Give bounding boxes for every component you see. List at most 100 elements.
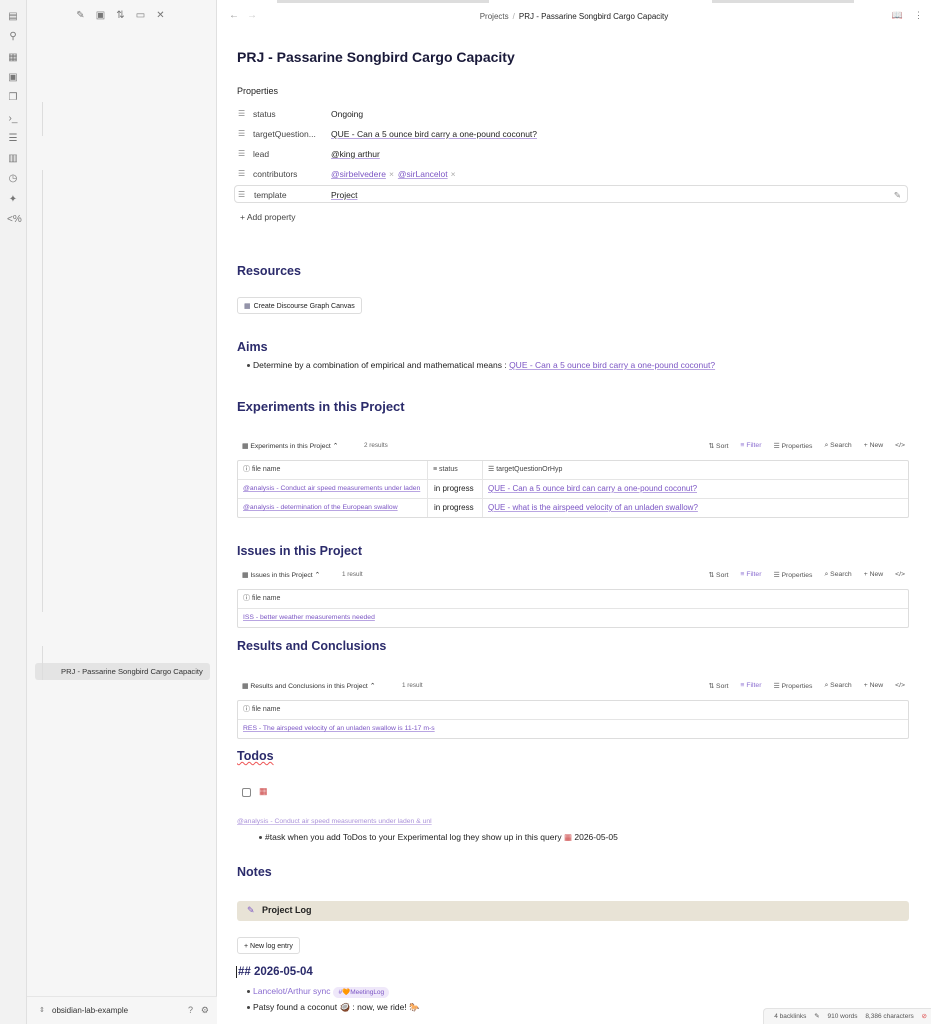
terminal-icon[interactable]: ›_ [7, 113, 19, 125]
search-button[interactable]: ⌕ Search [824, 442, 851, 450]
column-header[interactable]: ≡ status [433, 461, 458, 479]
character-count: 8,386 characters [865, 1013, 914, 1020]
filter-button[interactable]: ≡ Filter [741, 682, 762, 690]
column-label: status [439, 466, 458, 473]
audit-icon[interactable]: ◷ [7, 173, 19, 185]
remove-x-icon[interactable]: × [389, 169, 394, 179]
column-header[interactable]: ⓘ file name [243, 701, 280, 719]
base-header: ▦ Experiments in this Project ⌃ 2 result… [237, 440, 909, 454]
breadcrumb-parent[interactable]: Projects [480, 12, 509, 21]
table-cell-link[interactable]: QUE - Can a 5 ounce bird can carry a one… [488, 479, 697, 498]
property-lead[interactable]: ☰ lead @king arthur [237, 145, 909, 163]
backlinks-count[interactable]: 4 backlinks [774, 1013, 806, 1020]
section-heading-todos: Todos [237, 749, 274, 763]
project-log-callout[interactable]: ✎ Project Log [237, 901, 909, 921]
aims-question-link[interactable]: QUE - Can a 5 ounce bird carry a one-pou… [509, 360, 715, 370]
table-cell-link[interactable]: @analysis - determination of the Europea… [243, 498, 426, 517]
indent-guide [42, 170, 43, 612]
base-view-selector[interactable]: ▦ Issues in this Project ⌃ [242, 571, 320, 579]
callout-title: Project Log [262, 905, 312, 915]
edit-pencil-icon[interactable]: ✎ [814, 1013, 819, 1020]
copy-icon[interactable]: ❐ [7, 92, 19, 104]
chevron-updown-icon: ⇕ [39, 1007, 45, 1014]
list-property-icon: ☰ [238, 169, 246, 178]
list-icon[interactable]: ☰ [7, 133, 19, 145]
column-header[interactable]: ⓘ file name [243, 590, 280, 608]
todo-source-link[interactable]: @analysis - Conduct air speed measuremen… [237, 818, 432, 825]
add-property-button[interactable]: + Add property [240, 212, 296, 222]
table-cell-link[interactable]: @analysis - Conduct air speed measuremen… [243, 479, 426, 498]
bases-icon[interactable]: ▥ [7, 153, 19, 165]
column-header[interactable]: ⓘ file name [243, 461, 280, 479]
results-table: ⓘ file name RES - The airspeed velocity … [237, 700, 909, 739]
property-value-link[interactable]: @king arthur [331, 145, 380, 163]
search-button[interactable]: ⌕ Search [824, 682, 851, 690]
base-view-selector[interactable]: ▦ Results and Conclusions in this Projec… [242, 682, 375, 690]
new-button[interactable]: + New [864, 682, 883, 690]
table-cell-link[interactable]: ISS - better weather measurements needed [243, 608, 375, 627]
vault-switcher[interactable]: ⇕ obsidian-lab-example ? ⚙ [27, 996, 217, 1024]
settings-gear-icon[interactable]: ⚙ [201, 1005, 209, 1016]
filter-button[interactable]: ≡ Filter [741, 442, 762, 450]
code-icon[interactable]: </> [895, 571, 905, 579]
telescope-icon[interactable]: ✦ [7, 194, 19, 206]
graph-icon[interactable]: ⚲ [7, 31, 19, 43]
property-target-question[interactable]: ☰ targetQuestion... QUE - Can a 5 ounce … [237, 125, 909, 143]
contributor-link[interactable]: @sirbelvedere [331, 169, 386, 179]
property-value[interactable]: Ongoing [331, 105, 363, 123]
code-icon[interactable]: </> [895, 442, 905, 450]
file-item-active[interactable]: PRJ - Passarine Songbird Cargo Capacity [35, 663, 210, 680]
property-value-link[interactable]: Project [331, 186, 357, 204]
new-log-entry-button[interactable]: + New log entry [237, 937, 300, 954]
property-value-link[interactable]: QUE - Can a 5 ounce bird carry a one-pou… [331, 125, 537, 143]
collapse-view-icon[interactable]: ▭ [135, 10, 146, 21]
contributor-link[interactable]: @sirLancelot [398, 169, 448, 179]
breadcrumb: Projects / PRJ - Passarine Songbird Cargo … [217, 12, 931, 21]
remove-x-icon[interactable]: × [451, 169, 456, 179]
properties-button[interactable]: ☰ Properties [773, 682, 812, 690]
calendar-icon[interactable]: ▦ [259, 786, 268, 797]
collapse-all-icon[interactable]: ✕ [155, 10, 166, 21]
properties-label: Properties [781, 683, 813, 690]
help-icon[interactable]: ? [188, 1005, 193, 1015]
table-cell-link[interactable]: QUE - what is the airspeed velocity of a… [488, 498, 698, 517]
new-button[interactable]: + New [864, 442, 883, 450]
property-status[interactable]: ☰ status Ongoing [237, 105, 909, 123]
filter-button[interactable]: ≡ Filter [741, 571, 762, 579]
sort-button[interactable]: ⇅ Sort [708, 571, 728, 579]
table-cell-link[interactable]: RES - The airspeed velocity of an unlade… [243, 719, 435, 738]
properties-button[interactable]: ☰ Properties [773, 442, 812, 450]
section-heading-aims: Aims [237, 340, 268, 354]
create-canvas-button[interactable]: ▦ Create Discourse Graph Canvas [237, 297, 362, 314]
reading-view-icon[interactable]: 📖 [892, 10, 903, 21]
property-contributors[interactable]: ☰ contributors @sirbelvedere × @sirLancelo… [237, 165, 909, 183]
sort-icon[interactable]: ⇅ [115, 10, 126, 21]
code-icon[interactable]: <% [7, 214, 22, 226]
column-header[interactable]: ☰ targetQuestionOrHyp [488, 461, 562, 479]
canvas-icon[interactable]: ▦ [7, 52, 19, 64]
sort-button[interactable]: ⇅ Sort [708, 442, 728, 450]
calendar-icon[interactable]: ▣ [7, 72, 19, 84]
todo-checkbox[interactable] [242, 788, 251, 797]
edit-pencil-icon[interactable]: ✎ [894, 186, 901, 204]
new-note-icon[interactable]: ✎ [75, 10, 86, 21]
breadcrumb-current[interactable]: PRJ - Passarine Songbird Cargo Capacity [519, 12, 668, 21]
code-icon[interactable]: </> [895, 682, 905, 690]
new-folder-icon[interactable]: ▣ [95, 10, 106, 21]
open-file-icon[interactable]: ▤ [7, 11, 19, 23]
more-options-icon[interactable]: ⋮ [914, 10, 923, 21]
sync-status-icon[interactable]: ⊘ [922, 1013, 927, 1020]
column-label: targetQuestionOrHyp [496, 466, 563, 473]
property-key: contributors [253, 169, 298, 179]
meeting-link[interactable]: Lancelot/Arthur sync [253, 986, 330, 996]
meeting-tag[interactable]: #🧡MeetingLog [333, 987, 390, 998]
base-view-selector[interactable]: ▦ Experiments in this Project ⌃ [242, 442, 338, 450]
base-header: ▦ Results and Conclusions in this Projec… [237, 680, 909, 694]
issues-base-view: ▦ Issues in this Project ⌃ 1 result ⇅ So… [237, 569, 909, 629]
sort-button[interactable]: ⇅ Sort [708, 682, 728, 690]
list-property-icon: ☰ [238, 149, 246, 158]
new-button[interactable]: + New [864, 571, 883, 579]
property-template[interactable]: ☰ template Project ✎ [234, 185, 908, 203]
search-button[interactable]: ⌕ Search [824, 571, 851, 579]
properties-button[interactable]: ☰ Properties [773, 571, 812, 579]
